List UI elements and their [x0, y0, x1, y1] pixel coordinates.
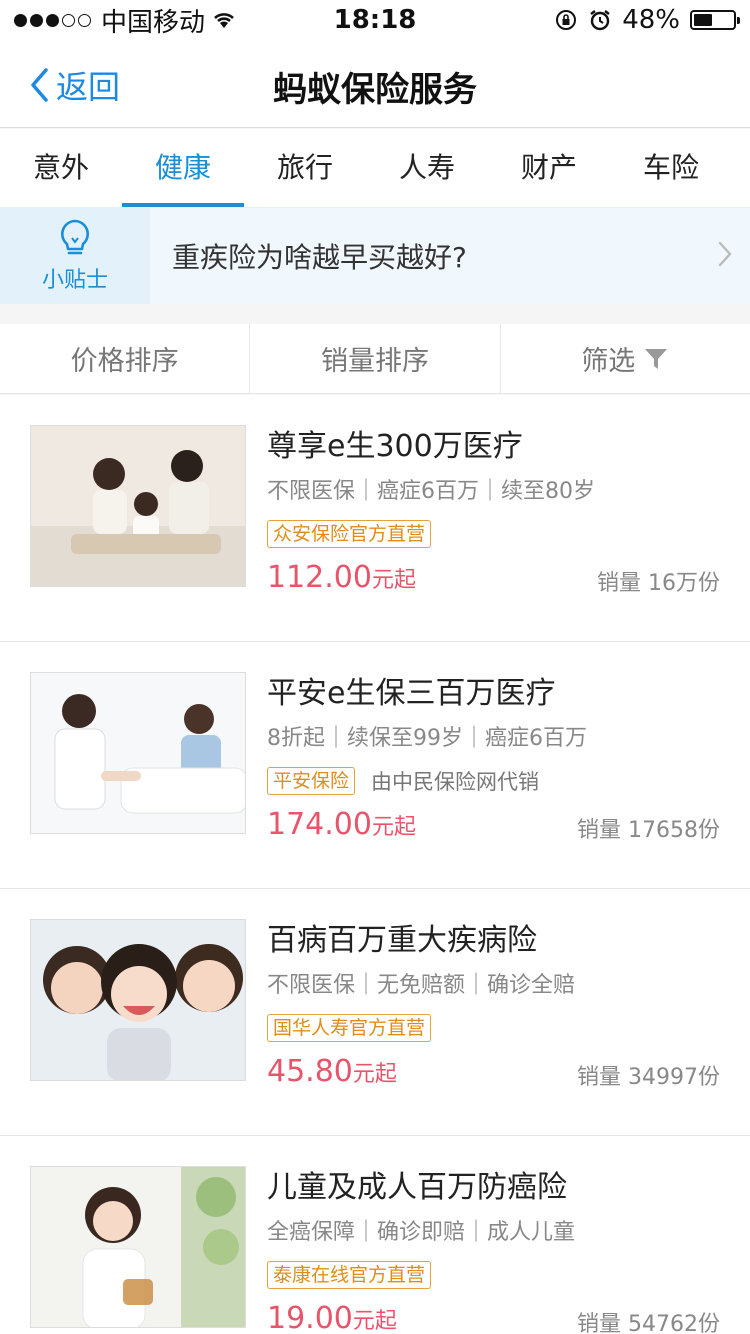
product-tag-row: 平安保险 由中民保险网代销: [267, 766, 720, 796]
sales-count: 销量 17658份: [577, 818, 720, 843]
insurer-badge: 众安保险官方直营: [267, 520, 432, 548]
nav-bar: 返回 蚂蚁保险服务: [0, 40, 750, 128]
filter-button[interactable]: 筛选: [501, 324, 750, 393]
product-price: 112.00元起: [267, 560, 416, 595]
category-tabs: 意外 健康 旅行 人寿 财产 车险: [0, 129, 750, 207]
tip-text: 重疾险为啥越早买越好?: [172, 241, 467, 274]
tab-4[interactable]: 财产: [488, 129, 610, 207]
product-features: 全癌保障｜确诊即赔｜成人儿童: [267, 1220, 576, 1245]
tab-1[interactable]: 健康: [122, 129, 244, 207]
tab-2[interactable]: 旅行: [244, 129, 366, 207]
sort-by-sales-button[interactable]: 销量排序: [250, 324, 501, 393]
product-image: [30, 1166, 246, 1328]
product-price: 45.80元起: [267, 1054, 397, 1089]
agent-text: 由中民保险网代销: [371, 770, 540, 794]
insurer-badge: 泰康在线官方直营: [267, 1261, 432, 1289]
filter-label: 筛选: [581, 346, 636, 377]
signal-strength-icon: [14, 13, 91, 27]
product-card[interactable]: 百病百万重大疾病险不限医保｜无免赔额｜确诊全赔 国华人寿官方直营 45.80元起 销量…: [0, 889, 750, 1136]
price-value: 19.00: [267, 1301, 353, 1334]
product-image: [30, 919, 246, 1081]
product-info: 百病百万重大疾病险不限医保｜无免赔额｜确诊全赔 国华人寿官方直营 45.80元起 销量…: [267, 919, 720, 1095]
insurer-badge: 平安保险: [267, 767, 356, 795]
sales-count: 销量 16万份: [597, 571, 720, 596]
battery-icon: [690, 10, 740, 30]
sort-sales-label: 销量排序: [320, 346, 429, 377]
filter-funnel-icon: [645, 348, 668, 369]
price-value: 112.00: [267, 560, 372, 595]
product-card[interactable]: 平安e生保三百万医疗 8折起｜续保至99岁｜癌症6百万 平安保险 由中民保险网代销 17…: [0, 642, 750, 889]
product-image: [30, 672, 246, 834]
product-price: 19.00元起: [267, 1301, 397, 1334]
page-title: 蚂蚁保险服务: [273, 70, 477, 110]
product-card[interactable]: 儿童及成人百万防癌险全癌保障｜确诊即赔｜成人儿童 泰康在线官方直营 19.00元起 销…: [0, 1136, 750, 1334]
tab-5[interactable]: 车险: [610, 129, 732, 207]
price-suffix: 元起: [371, 815, 416, 840]
price-row: 45.80元起 销量 34997份: [267, 1049, 720, 1095]
status-right: 48%: [476, 5, 740, 35]
sort-price-label: 价格排序: [70, 346, 179, 377]
price-row: 19.00元起 销量 54762份: [267, 1296, 720, 1334]
battery-percent: 48%: [622, 5, 680, 35]
price-value: 174.00: [267, 807, 372, 842]
alarm-icon: [590, 10, 610, 31]
sales-count: 销量 34997份: [577, 1065, 720, 1090]
product-tag-row: 国华人寿官方直营: [267, 1013, 720, 1043]
sales-count: 销量 54762份: [577, 1312, 720, 1334]
status-bar: 中国移动 18:18 48%: [0, 0, 750, 40]
product-info: 儿童及成人百万防癌险全癌保障｜确诊即赔｜成人儿童 泰康在线官方直营 19.00元起 销…: [267, 1166, 720, 1334]
lightbulb-icon: [61, 219, 89, 255]
wifi-icon: [214, 13, 234, 28]
carrier-name: 中国移动: [101, 7, 206, 38]
tip-badge: 小贴士: [0, 208, 150, 304]
product-features: 8折起｜续保至99岁｜癌症6百万: [267, 726, 587, 751]
tab-3[interactable]: 人寿: [366, 129, 488, 207]
tip-banner[interactable]: 小贴士 重疾险为啥越早买越好?: [0, 207, 750, 304]
product-list: 尊享e生300万医疗不限医保｜癌症6百万｜续至80岁 众安保险官方直营 112.00…: [0, 395, 750, 1334]
product-title: 百病百万重大疾病险: [267, 923, 537, 958]
status-time: 18:18: [333, 5, 417, 35]
price-row: 112.00元起 销量 16万份: [267, 555, 720, 601]
product-title: 儿童及成人百万防癌险: [267, 1170, 567, 1205]
price-suffix: 元起: [371, 568, 416, 593]
sort-by-price-button[interactable]: 价格排序: [0, 324, 251, 393]
price-suffix: 元起: [352, 1062, 397, 1087]
product-image: [30, 425, 246, 587]
chevron-right-icon: [700, 240, 750, 272]
product-title: 尊享e生300万医疗: [267, 429, 523, 464]
price-row: 174.00元起 销量 17658份: [267, 802, 720, 848]
product-tag-row: 泰康在线官方直营: [267, 1260, 720, 1290]
product-info: 尊享e生300万医疗不限医保｜癌症6百万｜续至80岁 众安保险官方直营 112.00…: [267, 425, 720, 601]
product-card[interactable]: 尊享e生300万医疗不限医保｜癌症6百万｜续至80岁 众安保险官方直营 112.00…: [0, 395, 750, 642]
sort-bar: 价格排序 销量排序 筛选: [0, 324, 750, 394]
status-left: 中国移动: [14, 2, 274, 39]
price-value: 45.80: [267, 1054, 353, 1089]
product-title: 平安e生保三百万医疗: [267, 676, 556, 711]
product-tag-row: 众安保险官方直营: [267, 519, 720, 549]
product-info: 平安e生保三百万医疗 8折起｜续保至99岁｜癌症6百万 平安保险 由中民保险网代销 17…: [267, 672, 720, 848]
insurer-badge: 国华人寿官方直营: [267, 1014, 432, 1042]
price-suffix: 元起: [352, 1309, 397, 1334]
tab-0[interactable]: 意外: [0, 129, 122, 207]
battery-fill: [694, 14, 713, 26]
tip-badge-label: 小贴士: [41, 268, 108, 293]
product-features: 不限医保｜无免赔额｜确诊全赔: [267, 973, 576, 998]
product-price: 174.00元起: [267, 807, 416, 842]
rotation-lock-icon: [556, 10, 577, 30]
product-features: 不限医保｜癌症6百万｜续至80岁: [267, 479, 595, 504]
